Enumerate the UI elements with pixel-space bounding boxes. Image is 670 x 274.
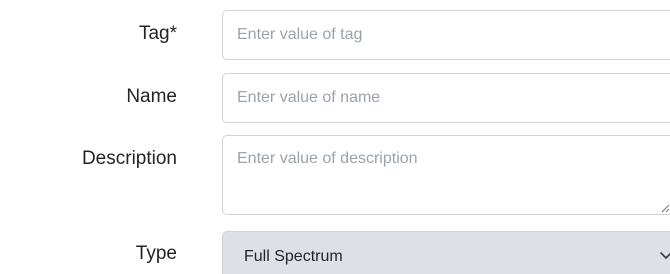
type-select[interactable]: Full Spectrum [222,231,670,274]
description-label: Description [81,148,177,169]
description-textarea[interactable] [222,135,670,215]
tag-input[interactable] [222,10,670,60]
entity-form: Tag* Name Description Type Full Spectrum [0,0,670,274]
name-input[interactable] [222,73,670,123]
type-selected-value: Full Spectrum [244,248,343,265]
chevron-down-icon [660,252,670,259]
resize-grip-icon[interactable] [661,204,670,213]
type-label: Type [135,243,177,264]
tag-label: Tag* [138,23,177,44]
name-label: Name [126,86,177,107]
